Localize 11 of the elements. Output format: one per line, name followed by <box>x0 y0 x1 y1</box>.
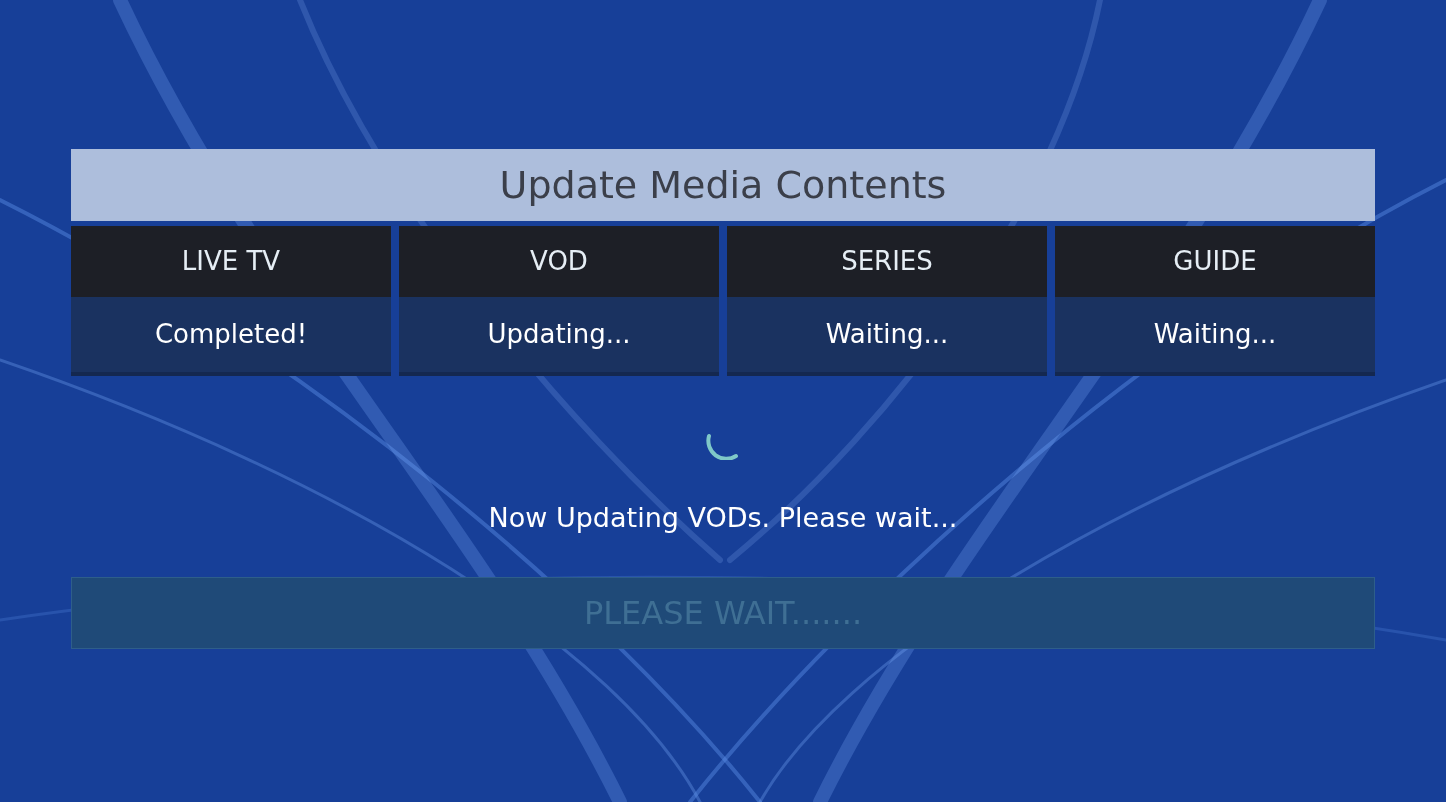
section-header: LIVE TV <box>71 226 391 297</box>
dialog-title: Update Media Contents <box>71 149 1375 221</box>
section-status: Completed! <box>71 297 391 376</box>
status-message: Now Updating VODs. Please wait... <box>488 501 958 535</box>
section-status: Updating... <box>399 297 719 376</box>
loading-spinner-icon <box>706 432 740 460</box>
section-header: SERIES <box>727 226 1047 297</box>
section-header: GUIDE <box>1055 226 1375 297</box>
section-status: Waiting... <box>1055 297 1375 376</box>
section-status: Waiting... <box>727 297 1047 376</box>
section-header: VOD <box>399 226 719 297</box>
